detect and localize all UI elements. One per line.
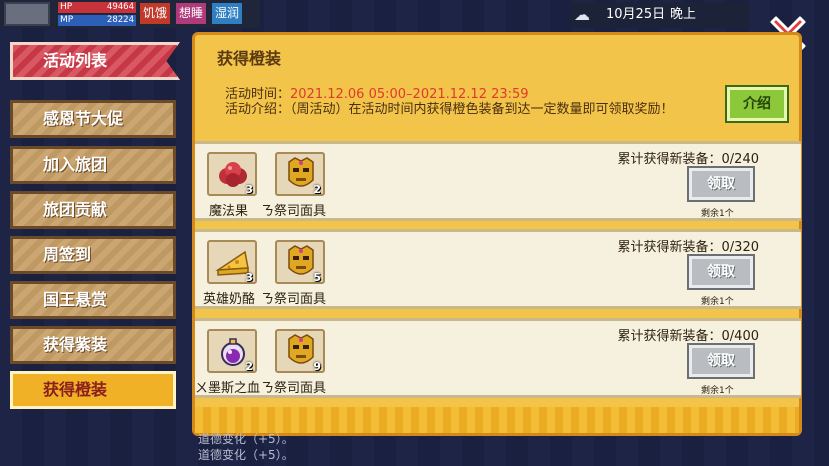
time-of-day-text: 晚上: [670, 7, 697, 22]
activity-description: 活动介绍：（周活动）在活动时间内获得橙色装备到达一定数量即可领取奖励！: [225, 101, 705, 118]
activity-desc-label: 活动介绍：: [225, 102, 291, 117]
progress-text: 累计获得新装备：0/240: [617, 152, 759, 167]
progress-text: 累计获得新装备：0/320: [617, 240, 759, 255]
activity-time-label: 活动时间：: [225, 87, 291, 102]
item-name: ㄋ祭司面具: [261, 381, 327, 396]
item-name: ㄋ祭司面具: [261, 204, 327, 219]
claim-button[interactable]: 领取: [687, 343, 755, 379]
reward-item-slot[interactable]: 3: [207, 240, 257, 284]
hp-bar: HP 49464: [58, 2, 136, 13]
tab-weekly-checkin[interactable]: 周签到: [10, 236, 176, 274]
activity-time-value: 2021.12.06 05:00–2021.12.12 23:59: [290, 87, 529, 102]
log-line: 道德变化（+5）。: [198, 448, 294, 462]
remaining-count: 剩余1个: [701, 297, 734, 307]
activity-time: 活动时间：2021.12.06 05:00–2021.12.12 23:59: [225, 83, 529, 102]
item-name: ㄋ祭司面具: [261, 292, 327, 307]
tab-get-orange-gear[interactable]: 获得橙装: [10, 371, 176, 409]
panel-title: 获得橙装: [217, 49, 282, 68]
tab-join-guild[interactable]: 加入旅团: [10, 146, 176, 184]
progress-text: 累计获得新装备：0/400: [617, 329, 759, 344]
tab-get-purple-gear[interactable]: 获得紫装: [10, 326, 176, 364]
date-weather-display: ☁ 10月25日 晚上: [570, 2, 750, 28]
hp-value: 49464: [106, 2, 134, 12]
item-count: 5: [313, 271, 321, 284]
status-hungry: 饥饿: [140, 3, 171, 24]
activity-panel: 获得橙装 活动时间：2021.12.06 05:00–2021.12.12 23…: [192, 32, 802, 436]
claim-button[interactable]: 领取: [687, 254, 755, 290]
intro-button[interactable]: 介绍: [725, 85, 789, 123]
item-count: 3: [245, 271, 253, 284]
player-avatar[interactable]: [4, 2, 50, 26]
reward-row: 3 魔法果 2 ㄋ祭司面具 累计获得新装备：0/240 领取 剩余1个: [195, 141, 801, 221]
mp-label: MP: [60, 15, 74, 25]
item-name: ㄨ墨斯之血: [195, 381, 261, 396]
reward-item-slot[interactable]: 9: [275, 329, 325, 373]
reward-item-slot[interactable]: 2: [207, 329, 257, 373]
remaining-count: 剩余1个: [701, 209, 734, 219]
reward-item-slot[interactable]: 3: [207, 152, 257, 196]
tab-king-bounty[interactable]: 国王悬赏: [10, 281, 176, 319]
activity-desc-text: （周活动）在活动时间内获得橙色装备到达一定数量即可领取奖励！: [290, 102, 674, 117]
item-count: 3: [245, 183, 253, 196]
item-count: 2: [245, 360, 253, 373]
reward-row: 3 英雄奶酪 5 ㄋ祭司面具 累计获得新装备：0/320 领取 剩余1个: [195, 229, 801, 309]
claim-button[interactable]: 领取: [687, 166, 755, 202]
item-count: 2: [313, 183, 321, 196]
player-hud: HP 49464 MP 28224 饥饿 想睡 湿润: [0, 0, 260, 28]
item-name: 魔法果: [209, 204, 249, 219]
log-line: 道德变化（+5）。: [198, 432, 294, 446]
reward-row: 2 ㄨ墨斯之血 9 ㄋ祭司面具 累计获得新装备：0/400 领取 剩余1个: [195, 318, 801, 398]
status-sleepy: 想睡: [176, 3, 207, 24]
mp-bar: MP 28224: [58, 15, 136, 26]
reward-item-slot[interactable]: 2: [275, 152, 325, 196]
activity-list-header: 活动列表: [10, 42, 180, 80]
cloud-rain-icon: ☁: [574, 5, 590, 24]
tab-thanksgiving-sale[interactable]: 感恩节大促: [10, 100, 176, 138]
mp-value: 28224: [106, 15, 134, 25]
hp-label: HP: [60, 2, 73, 12]
date-text: 10月25日: [606, 7, 666, 22]
tab-guild-contribution[interactable]: 旅团贡献: [10, 191, 176, 229]
remaining-count: 剩余1个: [701, 386, 734, 396]
status-wet: 湿润: [212, 3, 243, 24]
item-count: 9: [313, 360, 321, 373]
item-name: 英雄奶酪: [203, 292, 256, 307]
reward-item-slot[interactable]: 5: [275, 240, 325, 284]
